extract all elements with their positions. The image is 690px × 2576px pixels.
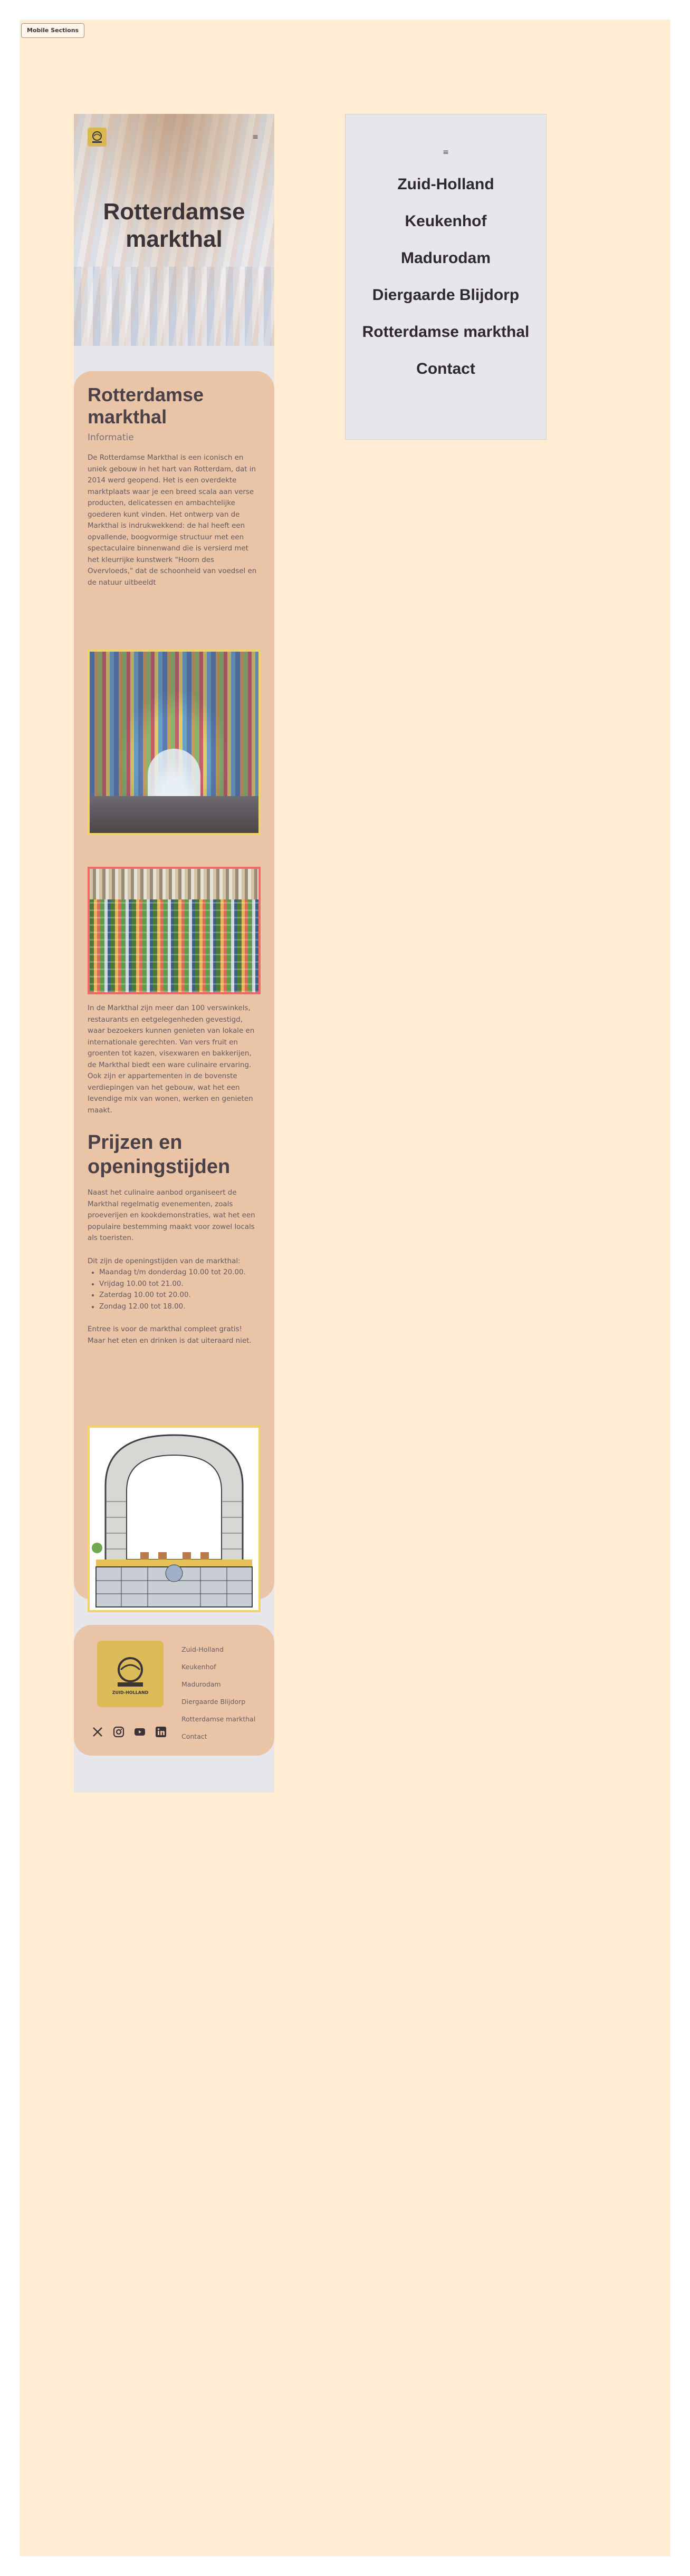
hours-item: Vrijdag 10.00 tot 21.00. <box>99 1279 261 1290</box>
menu-list: Zuid-Holland Keukenhof Madurodam Diergaa… <box>346 166 546 388</box>
social-links <box>91 1725 168 1739</box>
markthal-description: In de Markthal zijn meer dan 100 verswin… <box>88 1004 255 1115</box>
instagram-icon[interactable] <box>112 1725 126 1739</box>
menu-item-contact[interactable]: Contact <box>346 351 546 388</box>
photo-arch <box>148 749 200 796</box>
menu-item-madurodam[interactable]: Madurodam <box>346 240 546 277</box>
menu-item-diergaarde-blijdorp[interactable]: Diergaarde Blijdorp <box>346 277 546 314</box>
site-logo[interactable] <box>88 128 107 147</box>
hours-item: Zaterdag 10.00 tot 20.00. <box>99 1290 261 1301</box>
x-icon[interactable] <box>91 1725 104 1739</box>
photo-floor <box>90 796 258 833</box>
logo-emblem-icon <box>92 131 102 143</box>
footer-link-rotterdamse-markthal[interactable]: Rotterdamse markthal <box>181 1710 255 1728</box>
events-paragraph: Naast het culinaire aanbod organiseert d… <box>88 1189 255 1242</box>
hero-section: ≡ Rotterdamse markthal <box>74 114 274 346</box>
mobile-menu-panel: ≡ Zuid-Holland Keukenhof Madurodam Dierg… <box>345 114 547 440</box>
hours-item: Zondag 12.00 tot 18.00. <box>99 1301 261 1313</box>
photo-roof <box>90 869 258 899</box>
mobile-page: ≡ Rotterdamse markthal Rotterdamse markt… <box>74 114 274 1793</box>
hours-item: Maandag t/m donderdag 10.00 tot 20.00. <box>99 1267 261 1279</box>
hamburger-menu-icon[interactable]: ≡ <box>252 133 258 141</box>
hero-title: Rotterdamse markthal <box>103 199 245 252</box>
prices-heading: Prijzen en openingstijden <box>88 1131 231 1178</box>
youtube-icon[interactable] <box>133 1725 147 1739</box>
footer-link-diergaarde-blijdorp[interactable]: Diergaarde Blijdorp <box>181 1693 255 1710</box>
page-subheading: Informatie <box>88 432 134 443</box>
footer-link-keukenhof[interactable]: Keukenhof <box>181 1658 255 1676</box>
footer-links: Zuid-Holland Keukenhof Madurodam Diergaa… <box>181 1641 255 1745</box>
footer-logo[interactable]: ZUID-HOLLAND <box>97 1641 164 1707</box>
markthal-market-photo <box>88 867 261 994</box>
entry-paragraph: Entree is voor de markthal compleet grat… <box>88 1325 252 1345</box>
footer-link-contact[interactable]: Contact <box>181 1728 255 1745</box>
hours-intro: Dit zijn de openingstijden van de markth… <box>88 1257 241 1265</box>
menu-item-zuid-holland[interactable]: Zuid-Holland <box>346 166 546 203</box>
footer-link-zuid-holland[interactable]: Zuid-Holland <box>181 1641 255 1658</box>
markthal-interior-photo <box>88 650 261 835</box>
footer: ZUID-HOLLAND Zuid-Holland Keukenhof Madu… <box>74 1625 274 1756</box>
footer-link-madurodam[interactable]: Madurodam <box>181 1676 255 1693</box>
mobile-sections-button[interactable]: Mobile Sections <box>21 23 85 38</box>
menu-item-rotterdamse-markthal[interactable]: Rotterdamse markthal <box>346 314 546 351</box>
menu-toggle-icon[interactable]: ≡ <box>346 148 546 157</box>
cross-section-drawing <box>92 1434 253 1607</box>
content-card: Rotterdamse markthal Informatie De Rotte… <box>74 371 274 1612</box>
footer-logo-text: ZUID-HOLLAND <box>112 1690 149 1695</box>
menu-item-keukenhof[interactable]: Keukenhof <box>346 203 546 240</box>
page-heading: Rotterdamse markthal <box>88 384 204 428</box>
opening-hours-list: Maandag t/m donderdag 10.00 tot 20.00. V… <box>88 1267 261 1312</box>
intro-paragraph: De Rotterdamse Markthal is een iconisch … <box>88 454 257 587</box>
markthal-cross-section-image <box>88 1426 261 1612</box>
footer-logo-emblem: ZUID-HOLLAND <box>112 1657 149 1695</box>
linkedin-icon[interactable] <box>154 1725 168 1739</box>
